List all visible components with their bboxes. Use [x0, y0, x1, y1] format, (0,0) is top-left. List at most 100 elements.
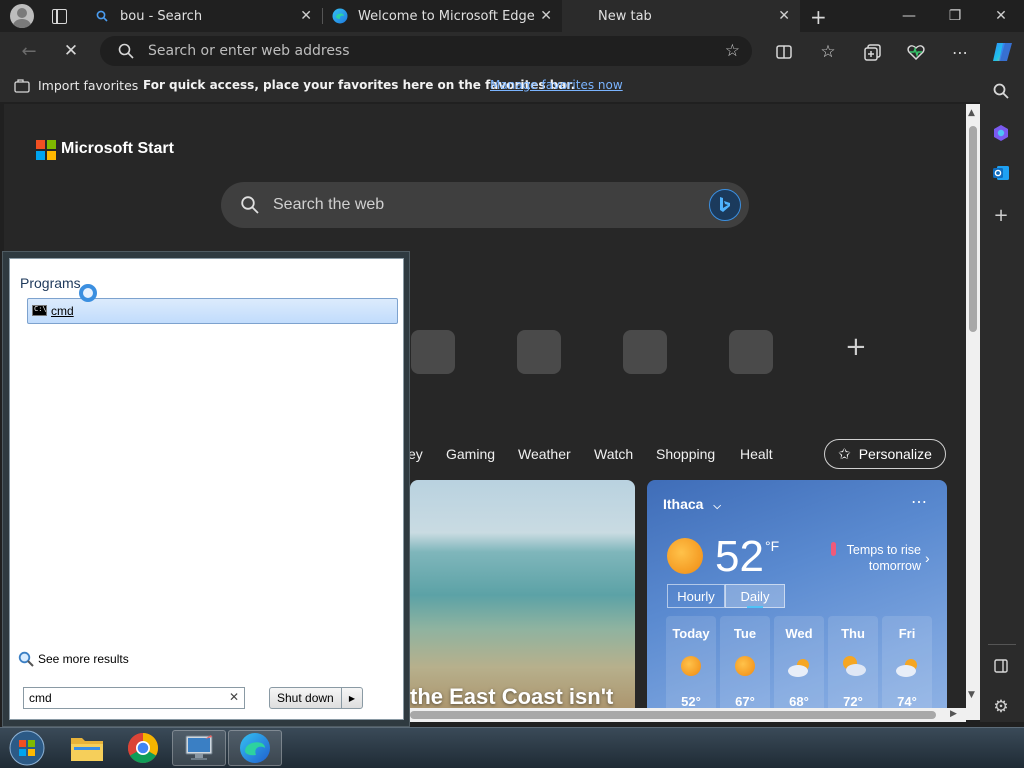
profile-avatar[interactable]	[10, 4, 34, 28]
chrome-icon	[127, 733, 159, 764]
shut-down-label: Shut down	[277, 691, 334, 705]
nav-item-weather[interactable]: Weather	[518, 446, 571, 462]
close-tab-icon[interactable]: ✕	[778, 8, 790, 24]
weather-location-label: Ithaca	[663, 496, 704, 512]
scroll-right-arrow-icon[interactable]: ▶	[950, 709, 957, 719]
close-window-icon[interactable]: ✕	[978, 0, 1024, 32]
minimize-icon[interactable]: —	[886, 0, 932, 32]
start-menu-panel: Programs C:\ cmd See more results cmd ✕ …	[9, 258, 404, 720]
scroll-down-arrow-icon[interactable]: ▼	[968, 690, 975, 700]
start-button[interactable]	[2, 730, 52, 766]
vertical-scrollbar[interactable]: ▲ ▼	[966, 104, 980, 720]
nav-item-shopping[interactable]: Shopping	[656, 446, 715, 462]
personalize-button[interactable]: ✩ Personalize	[824, 439, 946, 469]
manage-favorites-link[interactable]: Manage favorites now	[490, 78, 623, 92]
see-more-results-label: See more results	[38, 652, 129, 666]
weather-card[interactable]: Ithaca ⌵ ⋯ 52 °F Temps to rise tomorrow …	[647, 480, 947, 720]
import-favorites-label: Import favorites	[38, 78, 139, 93]
tab-title: bou - Search	[120, 8, 203, 24]
quick-link-tile[interactable]	[623, 330, 667, 374]
chevron-right-icon[interactable]: ›	[925, 550, 930, 566]
start-search-input[interactable]: cmd ✕	[23, 687, 245, 709]
news-category-nav: ey Gaming Weather Watch Shopping Healt ✩…	[404, 434, 964, 474]
search-icon	[241, 196, 259, 214]
forecast-temp: 74°	[897, 694, 917, 709]
clear-search-icon[interactable]: ✕	[229, 690, 239, 704]
forecast-day-label: Today	[672, 626, 710, 641]
taskbar-chrome[interactable]	[116, 730, 170, 766]
web-search-input[interactable]: Search the web	[273, 196, 384, 214]
address-bar[interactable]: Search or enter web address ☆	[100, 36, 752, 66]
personalize-label: Personalize	[858, 446, 932, 462]
shutdown-options-arrow-icon[interactable]: ▶	[341, 688, 362, 708]
forecast-day[interactable]: Fri 74°	[882, 616, 932, 720]
more-options-icon[interactable]: ⋯	[911, 492, 927, 512]
more-menu-icon[interactable]: ⋯	[949, 41, 971, 63]
collections-icon[interactable]	[861, 41, 883, 63]
forecast-temp: 72°	[843, 694, 863, 709]
sidebar-copilot-icon[interactable]	[990, 122, 1012, 144]
split-screen-icon[interactable]	[773, 41, 795, 63]
quick-link-tile[interactable]	[411, 330, 455, 374]
forecast-day[interactable]: Today 52°	[666, 616, 716, 720]
new-tab-icon[interactable]: +	[810, 5, 827, 29]
back-arrow-icon[interactable]: ←	[18, 40, 40, 62]
see-more-results-link[interactable]: See more results	[18, 651, 129, 667]
quick-link-tile[interactable]	[729, 330, 773, 374]
temperature-unit: °F	[765, 538, 780, 554]
scrollbar-thumb[interactable]	[410, 711, 936, 719]
bing-icon[interactable]	[709, 189, 741, 221]
forecast-day[interactable]: Wed 68°	[774, 616, 824, 720]
news-headline[interactable]: the East Coast isn't	[410, 684, 613, 710]
scrollbar-thumb[interactable]	[969, 126, 977, 332]
weather-alert-line: Temps to rise	[846, 543, 921, 557]
favorites-icon[interactable]: ☆	[817, 41, 839, 63]
tab-daily[interactable]: Daily	[725, 584, 785, 608]
tab-title: Welcome to Microsoft Edge	[358, 8, 535, 24]
address-input[interactable]: Search or enter web address	[148, 43, 350, 59]
nav-item-watch[interactable]: Watch	[594, 446, 633, 462]
weather-alert[interactable]: Temps to rise tomorrow	[807, 542, 921, 574]
add-shortcut-icon[interactable]: +	[845, 332, 867, 362]
tab-new-tab[interactable]: New tab ✕	[562, 0, 800, 32]
close-tab-icon[interactable]: ✕	[540, 8, 552, 24]
tab-search[interactable]: bou - Search ✕	[86, 0, 322, 32]
nav-item-gaming[interactable]: Gaming	[446, 446, 495, 462]
browser-essentials-icon[interactable]	[905, 41, 927, 63]
magnifier-icon	[18, 651, 34, 667]
taskbar-file-explorer[interactable]	[60, 730, 114, 766]
forecast-day[interactable]: Thu 72°	[828, 616, 878, 720]
news-card[interactable]: the East Coast isn't	[410, 480, 635, 720]
scroll-up-arrow-icon[interactable]: ▲	[968, 108, 975, 118]
restore-icon[interactable]: ❐	[932, 0, 978, 32]
add-sidebar-app-icon[interactable]: +	[990, 204, 1012, 226]
hide-sidebar-icon[interactable]	[990, 655, 1012, 677]
search-result-cmd[interactable]: C:\ cmd	[27, 298, 398, 324]
stop-loading-icon[interactable]: ✕	[60, 40, 82, 62]
close-tab-icon[interactable]: ✕	[300, 8, 312, 24]
nav-item[interactable]: ey	[408, 446, 423, 462]
import-favorites-button[interactable]: Import favorites	[14, 78, 138, 93]
search-icon	[118, 43, 134, 59]
forecast-day[interactable]: Tue 67°	[720, 616, 770, 720]
taskbar-edge[interactable]	[228, 730, 282, 766]
import-icon	[14, 78, 30, 93]
tab-daily-label: Daily	[740, 588, 770, 604]
quick-link-tile[interactable]	[517, 330, 561, 374]
settings-gear-icon[interactable]: ⚙	[990, 696, 1012, 718]
tab-welcome[interactable]: Welcome to Microsoft Edge ✕	[324, 0, 562, 32]
taskbar-remote-desktop[interactable]	[172, 730, 226, 766]
nav-item-health[interactable]: Healt	[740, 446, 773, 462]
sidebar-search-icon[interactable]	[990, 80, 1012, 102]
horizontal-scrollbar[interactable]: ▶	[410, 708, 966, 722]
taskbar	[0, 727, 1024, 768]
copilot-icon[interactable]	[990, 39, 1016, 65]
weather-location[interactable]: Ithaca ⌵	[663, 496, 721, 512]
title-bar: bou - Search ✕ Welcome to Microsoft Edge…	[0, 0, 1024, 32]
tab-actions-icon[interactable]	[52, 9, 67, 24]
outlook-icon[interactable]	[990, 162, 1012, 184]
web-search-box[interactable]: Search the web	[221, 182, 749, 228]
shut-down-button[interactable]: Shut down ▶	[269, 687, 363, 709]
tab-hourly[interactable]: Hourly	[667, 584, 725, 608]
favorite-star-icon[interactable]: ☆	[725, 41, 740, 61]
